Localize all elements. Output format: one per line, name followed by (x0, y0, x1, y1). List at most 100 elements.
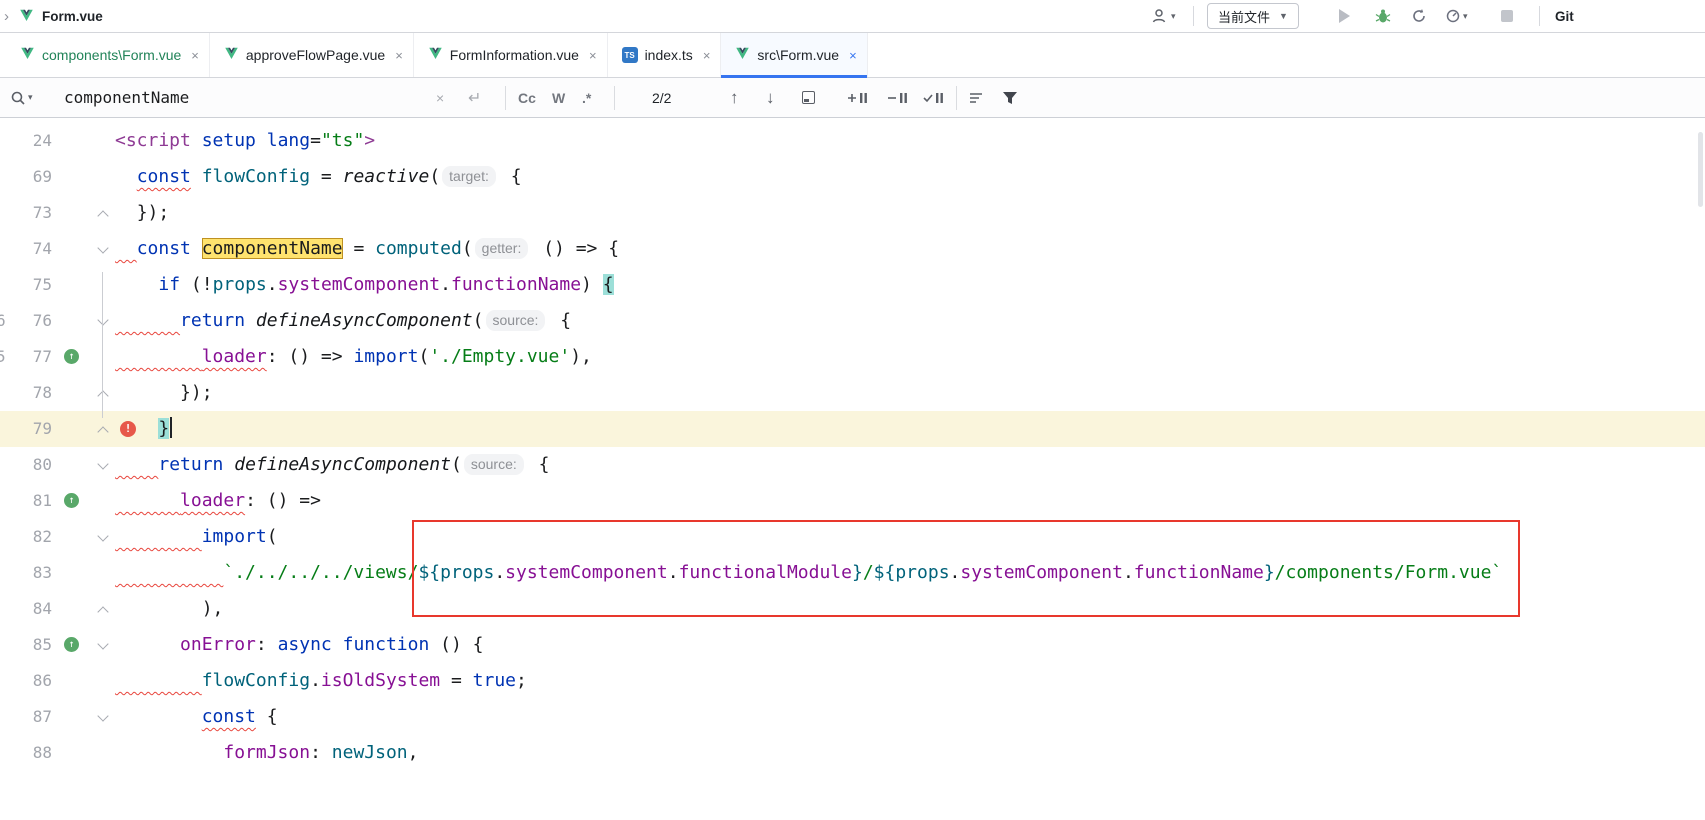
code-line[interactable]: 78 }); (0, 375, 1705, 411)
run-button[interactable] (1339, 0, 1350, 32)
line-number[interactable]: 73 (0, 195, 52, 231)
filter-button[interactable] (1002, 78, 1018, 117)
add-occurrence-button[interactable] (846, 78, 868, 117)
code-line[interactable]: 88 formJson: newJson, (0, 735, 1705, 771)
divider (614, 86, 615, 110)
code-line[interactable]: 74 const componentName = computed(getter… (0, 231, 1705, 267)
line-number[interactable]: 80 (0, 447, 52, 483)
tab-forminformation-vue[interactable]: FormInformation.vue× (414, 33, 608, 77)
select-all-icon (922, 90, 944, 106)
code-line[interactable]: 77 ↑ loader: () => import('./Empty.vue'), (0, 339, 1705, 375)
code-token (115, 274, 158, 295)
code-token: formJson (223, 742, 310, 763)
fold-marker-icon[interactable] (97, 606, 108, 617)
fold-marker-icon[interactable] (97, 314, 108, 325)
chevron-down-icon: ▾ (1171, 11, 1176, 22)
code-line[interactable]: 75 if (!props.systemComponent.functionNa… (0, 267, 1705, 303)
gutter-run-icon[interactable]: ↑ (64, 349, 79, 364)
code-line[interactable]: 85↑ onError: async function () { (0, 627, 1705, 663)
inlay-hint: target: (442, 166, 496, 187)
line-number[interactable]: 24 (0, 123, 52, 159)
line-number[interactable]: 82 (0, 519, 52, 555)
tab-close-icon[interactable]: × (703, 48, 711, 63)
error-icon[interactable]: ! (120, 421, 136, 437)
find-in-selection-toggle[interactable] (802, 78, 815, 117)
clear-search-icon[interactable]: × (436, 78, 444, 117)
fold-marker-icon[interactable] (97, 530, 108, 541)
line-number[interactable]: 84 (0, 591, 52, 627)
line-number[interactable]: 88 (0, 735, 52, 771)
tab-index-ts[interactable]: TSindex.ts× (608, 33, 722, 77)
breadcrumb-chevron-icon: › (4, 8, 9, 25)
line-number[interactable]: 81 (0, 483, 52, 519)
code-text: const componentName = computed(getter: (… (115, 231, 1705, 267)
fold-marker-icon[interactable] (97, 242, 108, 253)
line-number[interactable]: 86 (0, 663, 52, 699)
tab-approveflowpage-vue[interactable]: approveFlowPage.vue× (210, 33, 414, 77)
remove-occurrence-button[interactable] (886, 78, 908, 117)
tab-close-icon[interactable]: × (395, 48, 403, 63)
code-token: return (158, 454, 223, 475)
code-line[interactable]: 76 return defineAsyncComponent(source: { (0, 303, 1705, 339)
line-number[interactable]: 75 (0, 267, 52, 303)
stop-button[interactable] (1501, 0, 1513, 32)
line-number[interactable]: 87 (0, 699, 52, 735)
line-number[interactable]: 79 (0, 411, 52, 447)
code-token: . (310, 670, 321, 691)
search-input[interactable]: componentName (64, 78, 189, 117)
fold-marker-icon[interactable] (97, 426, 108, 437)
code-token: ( (462, 238, 473, 259)
code-line[interactable]: 69 const flowConfig = reactive(target: { (0, 159, 1705, 195)
code-line[interactable]: 79! } (0, 411, 1705, 447)
scrollbar-thumb[interactable] (1698, 132, 1703, 207)
select-all-occurrences-button[interactable] (922, 78, 944, 117)
code-token: function (343, 634, 430, 655)
code-line[interactable]: 87 const { (0, 699, 1705, 735)
git-menu[interactable]: Git (1555, 0, 1574, 32)
code-line[interactable]: 24<script setup lang="ts"> (0, 123, 1705, 159)
line-number[interactable]: 74 (0, 231, 52, 267)
run-with-coverage-button[interactable] (1411, 0, 1427, 32)
fold-marker-icon[interactable] (97, 638, 108, 649)
search-icon[interactable]: ▾ (10, 78, 33, 117)
line-number[interactable]: 76 (0, 303, 52, 339)
tab-close-icon[interactable]: × (191, 48, 199, 63)
code-line[interactable]: 80 return defineAsyncComponent(source: { (0, 447, 1705, 483)
tab-close-icon[interactable]: × (849, 48, 857, 63)
match-case-toggle[interactable]: Cc (518, 78, 536, 117)
next-match-button[interactable]: ↓ (766, 78, 775, 117)
run-configuration-selector[interactable]: 当前文件 ▼ (1207, 0, 1299, 32)
gutter-run-icon[interactable]: ↑ (64, 493, 79, 508)
line-number[interactable]: 85 (0, 627, 52, 663)
code-token: setup (202, 130, 256, 151)
line-number[interactable]: 78 (0, 375, 52, 411)
code-line[interactable]: 81↑ loader: () => (0, 483, 1705, 519)
line-number[interactable]: 69 (0, 159, 52, 195)
tab-components-form-vue[interactable]: components\Form.vue× (6, 33, 210, 77)
debug-button[interactable] (1375, 0, 1391, 32)
code-token: }); (137, 202, 170, 223)
code-text: loader: () => import('./Empty.vue'), (115, 339, 1705, 375)
fold-marker-icon[interactable] (97, 210, 108, 221)
fold-marker-icon[interactable] (97, 710, 108, 721)
fold-marker-icon[interactable] (97, 390, 108, 401)
code-line[interactable]: 86 flowConfig.isOldSystem = true; (0, 663, 1705, 699)
newline-toggle-icon[interactable]: ↵ (468, 78, 481, 117)
line-number[interactable]: 77 (0, 339, 52, 375)
previous-match-button[interactable]: ↑ (730, 78, 739, 117)
regex-toggle[interactable]: .* (582, 78, 591, 117)
tab-src-form-vue[interactable]: src\Form.vue× (721, 33, 867, 77)
code-line[interactable]: 73 }); (0, 195, 1705, 231)
gutter-run-icon[interactable]: ↑ (64, 637, 79, 652)
profiler-button[interactable]: ▾ (1445, 0, 1468, 32)
tab-close-icon[interactable]: × (589, 48, 597, 63)
code-token: }); (180, 382, 213, 403)
line-number[interactable]: 83 (0, 555, 52, 591)
fold-marker-icon[interactable] (97, 458, 108, 469)
collaboration-user-icon[interactable]: ▾ (1151, 0, 1176, 32)
code-token: props (213, 274, 267, 295)
search-options-button[interactable] (968, 78, 984, 117)
vue-icon (428, 47, 443, 64)
whole-words-toggle[interactable]: W (552, 78, 565, 117)
code-editor[interactable]: 24<script setup lang="ts">69 const flowC… (0, 118, 1705, 815)
